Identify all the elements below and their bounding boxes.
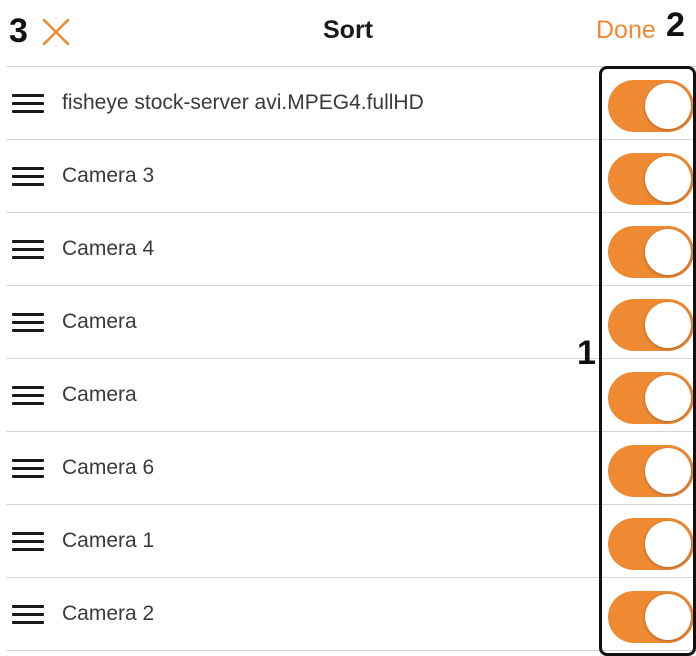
visibility-toggle[interactable] (608, 518, 694, 570)
close-button[interactable] (40, 16, 72, 48)
list-item: Camera 6 (6, 432, 696, 505)
drag-handle-icon[interactable] (12, 459, 44, 479)
list-item: fisheye stock-server avi.MPEG4.fullHD (6, 67, 696, 140)
drag-handle-icon[interactable] (12, 532, 44, 552)
toggle-knob (645, 156, 691, 202)
drag-handle-icon[interactable] (12, 605, 44, 625)
callout-2: 2 (666, 6, 685, 44)
callout-1: 1 (577, 334, 596, 372)
camera-name: Camera 3 (62, 164, 155, 187)
camera-name: Camera 2 (62, 602, 155, 625)
list-item: Camera 2 (6, 578, 696, 651)
camera-name: Camera 4 (62, 237, 155, 260)
toggle-knob (645, 375, 691, 421)
close-icon (42, 18, 70, 46)
toggle-knob (645, 302, 691, 348)
drag-handle-icon[interactable] (12, 167, 44, 187)
toggle-knob (645, 594, 691, 640)
visibility-toggle[interactable] (608, 372, 694, 424)
toggle-knob (645, 521, 691, 567)
list-item: Camera 3 (6, 140, 696, 213)
visibility-toggle[interactable] (608, 445, 694, 497)
toggle-knob (645, 83, 691, 129)
toggle-knob (645, 448, 691, 494)
visibility-toggle[interactable] (608, 591, 694, 643)
visibility-toggle[interactable] (608, 80, 694, 132)
drag-handle-icon[interactable] (12, 386, 44, 406)
camera-name: fisheye stock-server avi.MPEG4.fullHD (62, 91, 424, 114)
callout-3: 3 (9, 12, 28, 50)
camera-name: Camera (62, 310, 137, 333)
visibility-toggle[interactable] (608, 153, 694, 205)
drag-handle-icon[interactable] (12, 313, 44, 333)
nav-header: 3 Sort Done 2 (0, 0, 696, 66)
visibility-toggle[interactable] (608, 299, 694, 351)
list-item: Camera 1 (6, 505, 696, 578)
camera-name: Camera (62, 383, 137, 406)
drag-handle-icon[interactable] (12, 240, 44, 260)
list-item: Camera 4 (6, 213, 696, 286)
drag-handle-icon[interactable] (12, 94, 44, 114)
visibility-toggle[interactable] (608, 226, 694, 278)
camera-name: Camera 1 (62, 529, 155, 552)
toggle-knob (645, 229, 691, 275)
page-title: Sort (323, 16, 373, 44)
camera-name: Camera 6 (62, 456, 155, 479)
done-button[interactable]: Done (596, 16, 656, 45)
